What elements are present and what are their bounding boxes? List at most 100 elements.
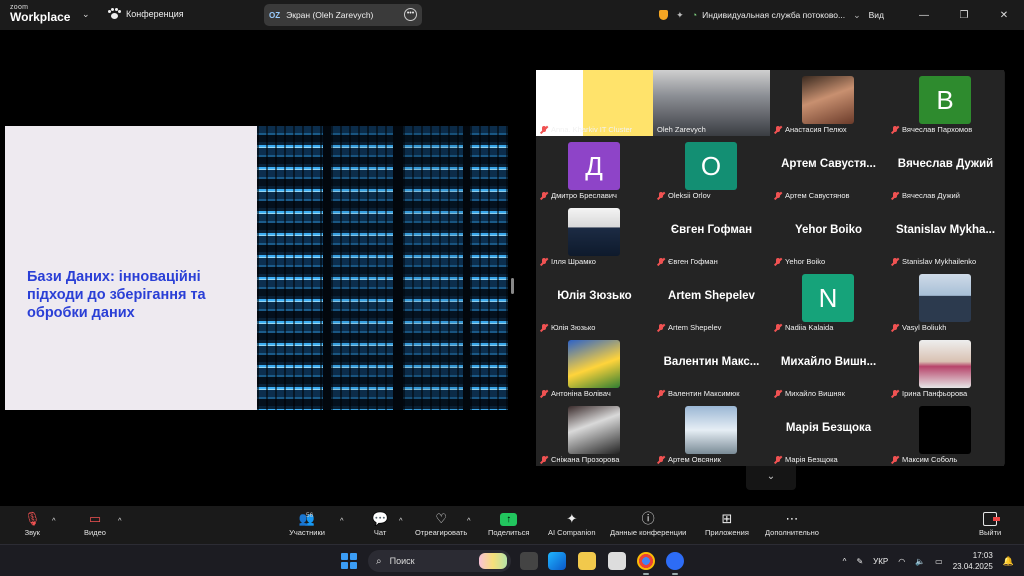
streaming-icon: ◔ xyxy=(691,10,698,20)
mic-muted-icon xyxy=(774,257,782,266)
react-button[interactable]: ♡ Отреагировать xyxy=(415,510,467,537)
security-shield-icon[interactable] xyxy=(659,10,669,20)
participant-tile[interactable]: Ілля Шрамко xyxy=(536,202,653,268)
leave-button[interactable]: Выйти xyxy=(979,510,1001,537)
audio-options-caret[interactable]: ^ xyxy=(52,516,56,525)
battery-icon[interactable]: ▭ xyxy=(935,557,943,566)
participant-name-label: Сніжана Прозорова xyxy=(540,455,619,464)
notification-icon[interactable]: 🔔 xyxy=(1003,556,1014,567)
participant-name-label: Михайло Вишняк xyxy=(774,389,845,398)
participant-tile[interactable]: Валентин Макс... Валентин Максимюк xyxy=(653,334,770,400)
participant-display-name: Євген Гофман xyxy=(670,224,753,236)
participant-tile[interactable]: Вячеслав Дужий Вячеслав Дужий xyxy=(887,136,1004,202)
participant-name: Юлія Зюзько xyxy=(551,323,596,332)
video-options-caret[interactable]: ^ xyxy=(118,516,122,525)
audio-button[interactable]: 🎙 Звук xyxy=(24,510,41,537)
participant-tile[interactable]: Д Дмитро Бреславич xyxy=(536,136,653,202)
participant-tile[interactable]: Stanislav Mykha... Stanislav Mykhailenko xyxy=(887,202,1004,268)
participant-tile[interactable]: Oleh Zarevych xyxy=(653,70,770,136)
participants-button[interactable]: 👥 56 Участники xyxy=(287,510,327,537)
sharer-initials: OZ xyxy=(269,10,281,20)
windows-start-icon[interactable] xyxy=(341,553,357,569)
taskbar-search[interactable]: ⌕ Поиск xyxy=(368,550,511,572)
participant-tile[interactable]: Anna. Kharkiv IT Cluster xyxy=(536,70,653,136)
screen-share-indicator[interactable]: OZ Экран (Oleh Zarevych) ••• xyxy=(264,4,422,26)
chevron-down-icon[interactable]: ⌄ xyxy=(82,9,90,20)
meeting-info-button[interactable]: ⓘ Данные конференции xyxy=(610,510,686,537)
apps-button[interactable]: ⊞ Приложения xyxy=(705,510,749,537)
participant-tile[interactable]: Юлія Зюзько Юлія Зюзько xyxy=(536,268,653,334)
participant-tile[interactable]: Yehor Boiko Yehor Boiko xyxy=(770,202,887,268)
participant-name: Артем Овсяник xyxy=(668,455,721,464)
participant-tile[interactable]: Антоніна Волівач xyxy=(536,334,653,400)
video-label: Видео xyxy=(84,528,106,537)
minimize-icon[interactable]: — xyxy=(904,10,944,21)
participant-tile[interactable]: В Вячеслав Пархомов xyxy=(887,70,1004,136)
meeting-tab-label: Конференция xyxy=(126,9,184,19)
gallery-next-page-button[interactable]: ⌄ xyxy=(746,466,796,490)
chrome-icon[interactable] xyxy=(637,552,655,575)
participant-tile[interactable]: Марія Безщока Марія Безщока xyxy=(770,400,887,466)
close-icon[interactable]: ✕ xyxy=(984,10,1024,21)
file-explorer-icon[interactable] xyxy=(578,552,596,570)
zoom-logo[interactable]: zoom Workplace xyxy=(10,4,70,23)
participant-name-label: Nadiia Kalaida xyxy=(774,323,833,332)
store-icon[interactable] xyxy=(608,552,626,570)
participant-tile[interactable]: O Oleksii Orlov xyxy=(653,136,770,202)
participant-display-name: Yehor Boiko xyxy=(794,224,863,236)
participant-tile[interactable]: N Nadiia Kalaida xyxy=(770,268,887,334)
participant-name: Максим Соболь xyxy=(902,455,958,464)
participant-name: Марія Безщока xyxy=(785,455,838,464)
participant-name: Ілля Шрамко xyxy=(551,257,596,266)
wifi-icon[interactable]: ◠ xyxy=(898,557,905,566)
participant-tile[interactable]: Сніжана Прозорова xyxy=(536,400,653,466)
participant-name-label: Vasyl Boliukh xyxy=(891,323,946,332)
react-label: Отреагировать xyxy=(415,528,468,537)
view-button[interactable]: Вид xyxy=(869,10,884,20)
participant-tile[interactable]: Артем Савустя... Артем Савустянов xyxy=(770,136,887,202)
more-button[interactable]: ⋯ Дополнительно xyxy=(765,510,819,537)
participant-tile[interactable]: Євген Гофман Євген Гофман xyxy=(653,202,770,268)
pen-icon[interactable]: ✎ xyxy=(856,557,863,566)
volume-icon[interactable]: 🔈 xyxy=(915,557,925,566)
more-options-icon[interactable]: ••• xyxy=(404,8,417,21)
apps-label: Приложения xyxy=(705,528,749,537)
restore-icon[interactable]: ❐ xyxy=(944,10,984,21)
language-indicator[interactable]: УКР xyxy=(873,557,888,566)
participant-name: Михайло Вишняк xyxy=(785,389,845,398)
share-screen-button[interactable]: Поделиться xyxy=(488,510,529,537)
mic-muted-icon xyxy=(774,455,782,464)
chevron-up-icon[interactable]: ^ xyxy=(843,557,847,566)
mic-muted-icon xyxy=(540,455,548,464)
mic-muted-icon xyxy=(774,389,782,398)
chat-button[interactable]: 💬 Чат xyxy=(372,510,388,537)
task-view-icon[interactable] xyxy=(520,552,538,570)
participants-options-caret[interactable]: ^ xyxy=(340,516,344,525)
participant-tile[interactable]: Анастасия Пелюх xyxy=(770,70,887,136)
clock[interactable]: 17:03 23.04.2025 xyxy=(953,550,993,572)
edge-icon[interactable] xyxy=(548,552,566,570)
connection-icon[interactable]: ✦ xyxy=(676,10,684,21)
participant-tile[interactable]: Артем Овсяник xyxy=(653,400,770,466)
participant-tile[interactable]: Artem Shepelev Artem Shepelev xyxy=(653,268,770,334)
avatar-photo xyxy=(919,274,971,322)
meeting-tab[interactable]: Конференция xyxy=(108,8,184,20)
slide-title: Бази Даних: інноваційні підходи до збері… xyxy=(27,269,206,321)
participant-name: Вячеслав Пархомов xyxy=(902,125,973,134)
chevron-down-icon[interactable]: ⌄ xyxy=(853,10,861,21)
ai-companion-button[interactable]: ✦ AI Companion xyxy=(548,510,596,537)
video-button[interactable]: ▭ Видео xyxy=(84,510,106,537)
streaming-label[interactable]: Индивидуальная служба потоково... xyxy=(702,10,845,20)
server-rack-image xyxy=(257,126,508,410)
participant-name: Вячеслав Дужий xyxy=(902,191,960,200)
participant-tile[interactable]: Ірина Панфьорова xyxy=(887,334,1004,400)
participant-tile[interactable]: Vasyl Boliukh xyxy=(887,268,1004,334)
participant-display-name: Артем Савустя... xyxy=(781,158,876,170)
mic-muted-icon xyxy=(540,257,548,266)
react-options-caret[interactable]: ^ xyxy=(467,516,471,525)
participant-tile[interactable]: Михайло Вишн... Михайло Вишняк xyxy=(770,334,887,400)
participant-tile[interactable]: Максим Соболь xyxy=(887,400,1004,466)
chat-options-caret[interactable]: ^ xyxy=(399,516,403,525)
split-drag-handle[interactable] xyxy=(511,278,514,294)
zoom-taskbar-icon[interactable] xyxy=(666,552,684,575)
